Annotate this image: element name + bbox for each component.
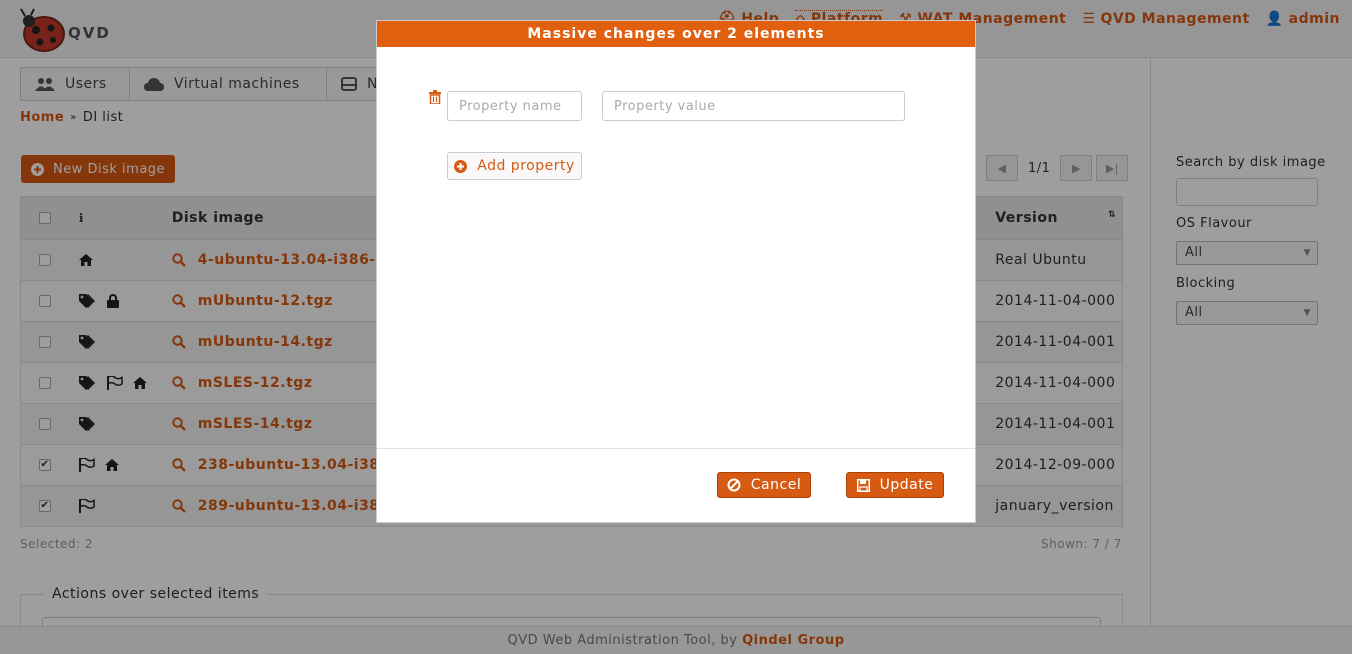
dialog-title: Massive changes over 2 elements [377, 21, 975, 47]
add-property-button[interactable]: Add property [447, 152, 582, 180]
property-value-input[interactable] [602, 91, 905, 121]
update-label: Update [879, 477, 934, 493]
save-icon [856, 478, 870, 492]
trash-icon [429, 90, 441, 104]
dialog-divider [377, 448, 975, 449]
add-property-label: Add property [477, 158, 575, 174]
cancel-label: Cancel [750, 477, 802, 493]
cancel-button[interactable]: Cancel [717, 472, 811, 498]
ban-icon [727, 478, 741, 492]
delete-property-button[interactable] [429, 90, 441, 104]
update-button[interactable]: Update [846, 472, 944, 498]
plus-circle-icon [454, 159, 468, 173]
massive-changes-dialog: Massive changes over 2 elements Add prop… [376, 20, 976, 523]
property-name-input[interactable] [447, 91, 582, 121]
